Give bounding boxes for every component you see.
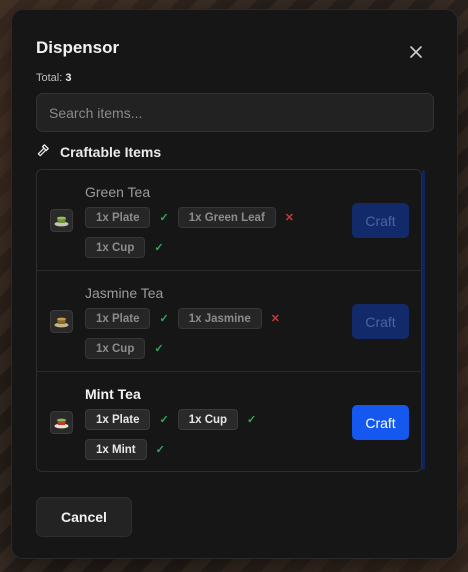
ingredient-chip: 1x Cup [85, 237, 146, 258]
search-input[interactable] [36, 93, 434, 132]
check-icon: ✓ [154, 343, 164, 355]
check-icon: ✓ [159, 414, 169, 426]
tea-cup-icon [50, 209, 73, 232]
cross-icon: ✕ [284, 212, 294, 224]
craft-button[interactable]: Craft [352, 304, 409, 339]
section-label: Craftable Items [60, 144, 162, 160]
total-value: 3 [65, 72, 72, 84]
ingredient-chip: 1x Cup [85, 338, 146, 359]
check-icon: ✓ [159, 313, 169, 325]
tea-cup-icon [50, 310, 73, 333]
dispenser-dialog: Dispensor Total: 3 Craftable Items [11, 9, 458, 559]
ingredient-chip: 1x Mint [85, 439, 147, 460]
list-item: Mint Tea 1x Plate ✓ 1x Cup ✓ 1x Mint ✓ C… [37, 372, 421, 471]
ingredient-chip: 1x Plate [85, 308, 151, 329]
craft-button[interactable]: Craft [352, 405, 409, 440]
craft-button[interactable]: Craft [352, 203, 409, 238]
close-icon[interactable] [409, 45, 423, 59]
hammer-icon [36, 143, 51, 161]
item-name: Green Tea [85, 184, 151, 200]
check-icon: ✓ [159, 212, 169, 224]
list-scrollbar[interactable] [422, 170, 425, 470]
dialog-title: Dispensor [36, 38, 120, 57]
section-header: Craftable Items [36, 143, 161, 161]
list-item: Green Tea 1x Plate ✓ 1x Green Leaf ✕ 1x … [37, 170, 421, 271]
cancel-button[interactable]: Cancel [36, 497, 132, 537]
ingredient-chip: 1x Plate [85, 409, 151, 430]
check-icon: ✓ [155, 444, 165, 456]
total-label: Total: [36, 72, 63, 84]
ingredient-chip: 1x Green Leaf [177, 207, 276, 228]
list-item: Jasmine Tea 1x Plate ✓ 1x Jasmine ✕ 1x C… [37, 271, 421, 372]
ingredient-chip: 1x Jasmine [177, 308, 262, 329]
item-name: Mint Tea [85, 386, 141, 402]
ingredient-chip: 1x Plate [85, 207, 151, 228]
check-icon: ✓ [247, 414, 257, 426]
item-name: Jasmine Tea [85, 285, 164, 301]
check-icon: ✓ [154, 242, 164, 254]
tea-cup-icon [50, 411, 73, 434]
total-count: Total: 3 [36, 72, 71, 84]
cross-icon: ✕ [270, 313, 280, 325]
ingredient-chip: 1x Cup [177, 409, 239, 430]
craftable-list: Green Tea 1x Plate ✓ 1x Green Leaf ✕ 1x … [36, 169, 422, 472]
